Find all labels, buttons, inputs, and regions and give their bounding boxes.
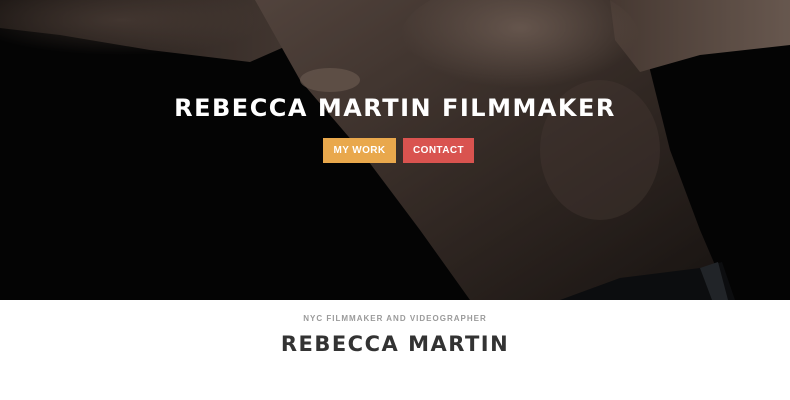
hero-section: REBECCA MARTIN FILMMAKER MY WORK CONTACT (0, 0, 790, 300)
hero-title: REBECCA MARTIN FILMMAKER (174, 94, 616, 122)
contact-button[interactable]: CONTACT (403, 138, 474, 163)
my-work-button[interactable]: MY WORK (323, 138, 396, 163)
intro-subtitle: NYC FILMMAKER AND VIDEOGRAPHER (303, 314, 487, 323)
intro-section: NYC FILMMAKER AND VIDEOGRAPHER REBECCA M… (0, 300, 790, 400)
hero-content: REBECCA MARTIN FILMMAKER MY WORK CONTACT (0, 0, 790, 300)
intro-name-heading: REBECCA MARTIN (280, 332, 510, 356)
